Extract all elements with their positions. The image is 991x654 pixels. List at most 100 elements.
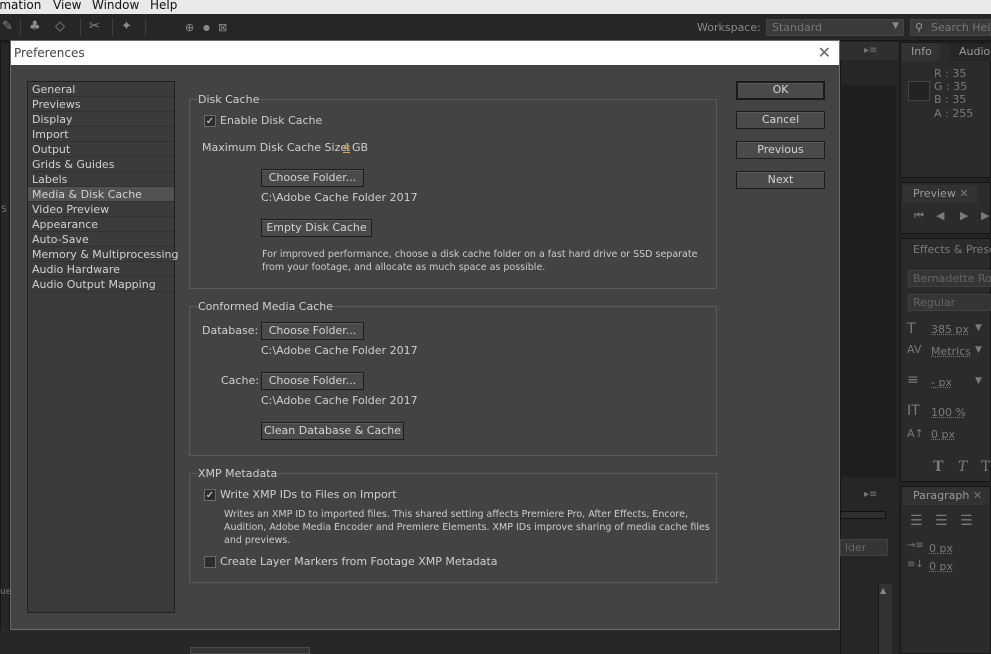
effects-presets-label[interactable]: Effects & Prese [913, 243, 991, 256]
clean-database-cache-button[interactable]: Clean Database & Cache [261, 422, 404, 440]
tab-audio[interactable]: Audio [949, 43, 991, 61]
previous-frame-icon[interactable]: ◀ [936, 209, 944, 222]
category-auto-save[interactable]: Auto-Save [28, 232, 174, 247]
align-right-icon[interactable]: ☰ [960, 513, 973, 529]
world-axis-icon[interactable]: ● [203, 23, 210, 32]
xmp-note-1: Writes an XMP ID to imported files. This… [224, 509, 688, 520]
menu-bar: imation View Window Help [0, 0, 991, 14]
xmp-note-2: Audition, Adobe Media Encoder and Premie… [224, 522, 710, 533]
category-display[interactable]: Display [28, 112, 174, 127]
info-panel: Info Audio R : 35 G : 35 B : 35 A : 255 [900, 42, 991, 178]
category-video-preview[interactable]: Video Preview [28, 202, 174, 217]
database-choose-folder-button[interactable]: Choose Folder... [261, 322, 364, 340]
timeline-field-text: lder [845, 541, 867, 554]
enable-disk-cache-label[interactable]: Enable Disk Cache [220, 114, 322, 127]
align-center-icon[interactable]: ☰ [935, 513, 948, 529]
next-button[interactable]: Next [736, 171, 825, 189]
leading-value[interactable]: - px [931, 376, 952, 389]
disk-cache-choose-folder-button[interactable]: Choose Folder... [261, 169, 364, 187]
conformed-cache-legend: Conformed Media Cache [198, 300, 334, 314]
category-appearance[interactable]: Appearance [28, 217, 174, 232]
first-frame-icon[interactable]: ⏮ [914, 209, 924, 223]
database-label: Database: [202, 324, 259, 337]
enable-disk-cache-checkbox[interactable]: ✓ [204, 115, 216, 127]
tab-preview[interactable]: Preview ✕ [903, 185, 977, 203]
dialog-titlebar[interactable]: Preferences ✕ [11, 41, 839, 65]
previous-button[interactable]: Previous [736, 141, 825, 159]
indent-left-icon: →≡ [907, 540, 924, 551]
tab-paragraph[interactable]: Paragraph ✕ [903, 487, 991, 505]
category-media-disk-cache[interactable]: Media & Disk Cache [28, 187, 174, 202]
tools-toolbar: ✎ ♣ ◇ ✂ ✦ ⊕ ● ⊠ Workspace: Standard ▼ ⚲ … [0, 14, 991, 41]
cache-choose-folder-button[interactable]: Choose Folder... [261, 372, 364, 390]
vertical-scale-value[interactable]: 100 % [931, 406, 966, 419]
category-grids-guides[interactable]: Grids & Guides [28, 157, 174, 172]
chevron-down-icon[interactable]: ▼ [975, 345, 982, 355]
cache-label: Cache: [221, 374, 259, 387]
menu-help[interactable]: Help [150, 0, 177, 12]
category-labels[interactable]: Labels [28, 172, 174, 187]
eraser-tool-icon[interactable]: ◇ [55, 19, 65, 34]
timeline-field[interactable]: lder [840, 539, 888, 556]
indent-left-value[interactable]: 0 px [929, 542, 953, 555]
max-cache-size-value[interactable]: 4 [343, 141, 350, 154]
category-general[interactable]: General [28, 82, 174, 97]
write-xmp-ids-label[interactable]: Write XMP IDs to Files on Import [220, 488, 397, 501]
brush-tool-icon[interactable]: ✎ [2, 19, 13, 34]
tab-info[interactable]: Info [901, 43, 940, 61]
baseline-shift-value[interactable]: 0 px [931, 428, 955, 441]
leading-icon: ≡ [907, 372, 919, 388]
disk-cache-path: C:\Adobe Cache Folder 2017 [261, 191, 418, 204]
menu-window[interactable]: Window [92, 0, 139, 12]
create-layer-markers-label[interactable]: Create Layer Markers from Footage XMP Me… [220, 555, 498, 568]
scroll-up-icon[interactable]: ▲ [880, 586, 886, 595]
font-style-field[interactable]: Regular [908, 294, 991, 311]
clone-stamp-tool-icon[interactable]: ♣ [29, 19, 41, 34]
roto-brush-tool-icon[interactable]: ✂ [89, 19, 100, 34]
max-cache-size-label: Maximum Disk Cache Size: [202, 141, 351, 154]
faux-italic-icon[interactable]: T [958, 459, 967, 475]
character-panel: Effects & Prese Bernadette Rou Regular T… [900, 238, 991, 482]
category-previews[interactable]: Previews [28, 97, 174, 112]
play-icon[interactable]: ▶ [960, 209, 968, 222]
align-left-icon[interactable]: ☰ [910, 513, 923, 529]
close-icon[interactable]: ✕ [818, 41, 831, 65]
view-axis-icon[interactable]: ⊠ [218, 21, 227, 34]
axis-mode-icon[interactable]: ⊕ [185, 21, 194, 34]
menu-animation[interactable]: imation [0, 0, 41, 12]
max-cache-size-unit: GB [352, 141, 369, 154]
next-frame-icon[interactable]: ▶ [981, 209, 989, 222]
all-caps-icon[interactable]: T [981, 459, 990, 475]
info-b: B : 35 [934, 93, 967, 106]
disk-cache-note-2: from your footage, and allocate as much … [262, 262, 546, 273]
indent-first-value[interactable]: 0 px [929, 560, 953, 573]
timeline-menu-icon[interactable]: ▸≡ [864, 489, 877, 500]
chevron-down-icon[interactable]: ▼ [975, 376, 982, 386]
category-memory-multiprocessing[interactable]: Memory & Multiprocessing [28, 247, 178, 262]
panel-menu-icon[interactable]: ▸≡ [864, 45, 877, 56]
create-layer-markers-checkbox[interactable] [204, 556, 216, 568]
disk-cache-note-1: For improved performance, choose a disk … [262, 249, 698, 260]
category-import[interactable]: Import [28, 127, 174, 142]
workspace-select[interactable]: Standard ▼ [766, 19, 904, 36]
category-audio-hardware[interactable]: Audio Hardware [28, 262, 174, 277]
faux-bold-icon[interactable]: T [933, 459, 943, 475]
search-help-input[interactable]: ⚲ Search Help [910, 19, 991, 36]
chevron-down-icon[interactable]: ▼ [975, 323, 982, 333]
composition-viewer[interactable] [840, 85, 896, 477]
font-family-field[interactable]: Bernadette Rou [908, 270, 991, 287]
panel-fragment-s: S [1, 205, 7, 215]
menu-view[interactable]: View [53, 0, 81, 12]
category-audio-output-mapping[interactable]: Audio Output Mapping [28, 277, 174, 292]
cancel-button[interactable]: Cancel [736, 111, 825, 129]
font-size-value[interactable]: 385 px [931, 323, 969, 336]
ok-button[interactable]: OK [736, 81, 825, 100]
write-xmp-ids-checkbox[interactable]: ✓ [204, 489, 216, 501]
puppet-pin-tool-icon[interactable]: ✦ [121, 19, 132, 34]
paragraph-panel: Paragraph ✕ ☰ ☰ ☰ →≡ 0 px ≡↓ 0 px [900, 486, 991, 654]
workspace-value: Standard [772, 21, 823, 34]
category-output[interactable]: Output [28, 142, 174, 157]
kerning-icon: AV [907, 343, 922, 356]
kerning-value[interactable]: Metrics [931, 345, 971, 358]
empty-disk-cache-button[interactable]: Empty Disk Cache [261, 219, 372, 237]
